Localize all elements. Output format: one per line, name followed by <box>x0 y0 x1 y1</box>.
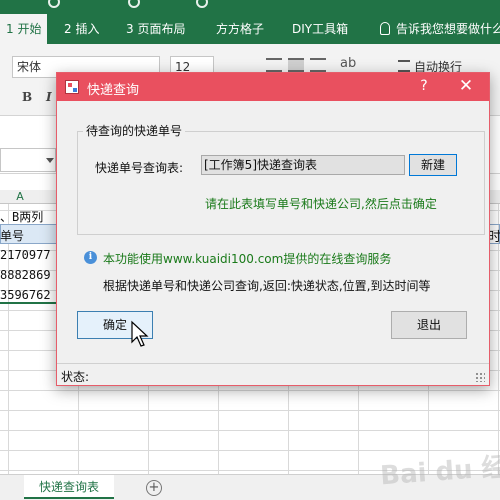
column-header-a[interactable]: A <box>10 190 30 203</box>
mouse-cursor-icon <box>131 320 149 347</box>
cell-a2[interactable]: 单号 <box>0 227 24 244</box>
align-center-icon[interactable] <box>288 58 304 72</box>
cell-a1[interactable]: 、B两列 <box>0 208 43 225</box>
dialog-title-bar[interactable]: 快递查询 ? ✕ <box>57 73 489 101</box>
sheet-tab-express-query[interactable]: 快递查询表 <box>24 475 114 499</box>
resize-grip-icon[interactable] <box>475 372 485 382</box>
tell-me-search[interactable]: 告诉我您想要做什么 <box>396 14 500 44</box>
exit-button[interactable]: 退出 <box>391 311 467 339</box>
cell-a3[interactable]: 2170977 <box>0 248 51 262</box>
query-table-field[interactable]: [工作簿5]快递查询表 <box>201 155 405 175</box>
status-label: 状态: <box>61 370 90 384</box>
add-sheet-icon[interactable]: + <box>146 480 162 496</box>
dialog-title: 快递查询 <box>87 83 140 98</box>
tab-insert[interactable]: 2 插入 <box>64 14 99 44</box>
tab-diy-toolbox[interactable]: DIY工具箱 <box>292 14 348 44</box>
cell-a5[interactable]: 3596762 <box>0 288 51 302</box>
italic-button[interactable]: I <box>46 90 52 104</box>
hint-text: 请在此表填写单号和快递公司,然后点击确定 <box>205 197 437 211</box>
new-button[interactable]: 新建 <box>409 154 457 176</box>
description-text: 根据快递单号和快递公司查询,返回:快递状态,位置,到达时间等 <box>103 279 431 293</box>
redo-icon[interactable] <box>196 0 208 8</box>
info-icon: i <box>84 251 97 264</box>
chevron-down-icon[interactable] <box>46 158 54 163</box>
tab-fangfang[interactable]: 方方格子 <box>216 14 264 44</box>
align-right-icon[interactable] <box>310 58 326 72</box>
ribbon-tabs: 1 开始 2 插入 3 页面布局 方方格子 DIY工具箱 告诉我您想要做什么 <box>0 14 500 44</box>
field-label: 快递单号查询表: <box>95 161 184 175</box>
close-icon[interactable]: ✕ <box>455 76 477 96</box>
query-groupbox <box>77 131 485 235</box>
tab-home[interactable]: 1 开始 <box>0 14 48 44</box>
express-query-dialog: 快递查询 ? ✕ 待查询的快递单号 快递单号查询表: [工作簿5]快递查询表 新… <box>56 72 490 386</box>
help-button[interactable]: ? <box>413 78 435 94</box>
app-icon <box>65 80 79 94</box>
excel-title-strip <box>0 0 500 14</box>
quick-access-icon[interactable] <box>48 0 60 8</box>
lightbulb-icon <box>380 22 390 35</box>
align-left-icon[interactable] <box>266 58 282 72</box>
bold-button[interactable]: B <box>22 90 32 104</box>
tab-page-layout[interactable]: 3 页面布局 <box>126 14 185 44</box>
wrap-text-icon <box>398 60 410 72</box>
group-title: 待查询的快递单号 <box>83 122 186 139</box>
text-orientation-icon[interactable]: ab <box>340 56 356 71</box>
info-text: 本功能使用www.kuaidi100.com提供的在线查询服务 <box>103 252 392 266</box>
dialog-status-bar: 状态: <box>57 363 489 385</box>
undo-icon[interactable] <box>128 0 140 8</box>
cell-a4[interactable]: 8882869 <box>0 268 51 282</box>
